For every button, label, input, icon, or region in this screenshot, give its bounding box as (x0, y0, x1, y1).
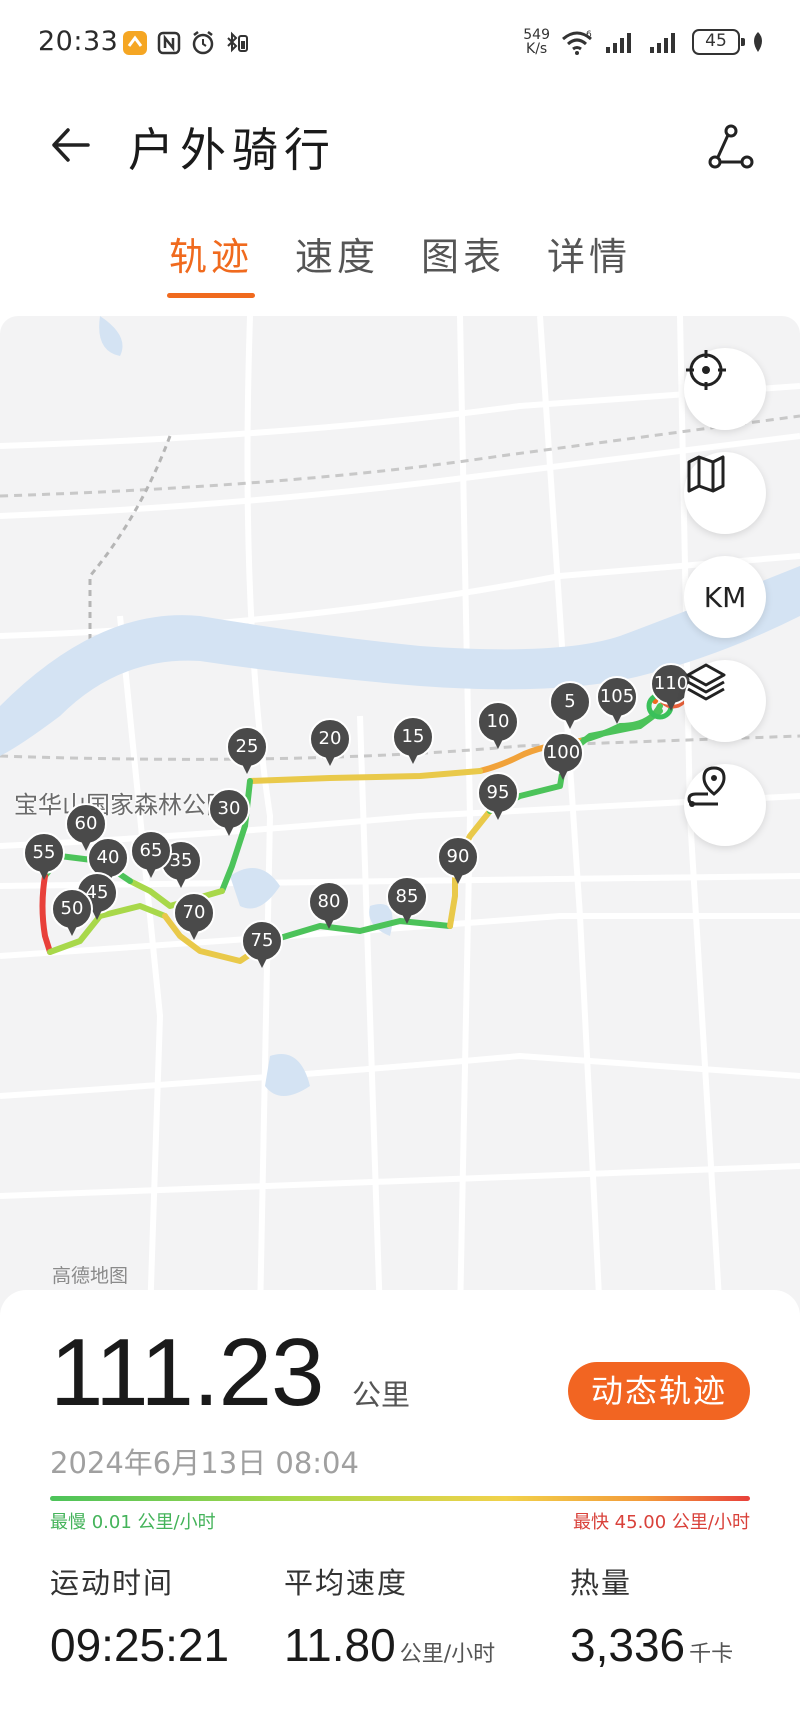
stat-duration: 运动时间 09:25:21 (50, 1560, 229, 1672)
tab-track[interactable]: 轨迹 (166, 226, 255, 298)
slowest-speed: 最慢 0.01 公里/小时 (50, 1512, 216, 1533)
wifi-standard-label: 6 (586, 30, 592, 40)
km-marker[interactable]: 5 (549, 681, 591, 731)
km-marker[interactable]: 10 (477, 701, 519, 751)
fastest-speed: 最快 45.00 公里/小时 (572, 1512, 750, 1533)
locate-icon (686, 350, 726, 390)
back-arrow-icon[interactable] (46, 120, 96, 170)
km-marker[interactable]: 65 (130, 830, 172, 880)
duration-value: 09:25:21 (50, 1619, 230, 1671)
status-time: 20:33 (38, 26, 119, 57)
bluetooth-battery-icon (227, 31, 248, 53)
tab-bar: 轨迹 速度 图表 详情 (0, 226, 800, 298)
map-lake-1 (230, 868, 280, 909)
km-marker[interactable]: 60 (65, 803, 107, 853)
stat-value: 3,336 千卡 (570, 1618, 733, 1672)
km-marker[interactable]: 85 (386, 876, 428, 926)
wifi-icon: 6 (562, 30, 592, 55)
status-notification-icons (122, 30, 250, 56)
km-marker[interactable]: 30 (208, 788, 250, 838)
route-pin-icon (687, 766, 726, 807)
km-marker[interactable]: 70 (173, 892, 215, 942)
speed-gradient-bar (50, 1496, 750, 1501)
route-points-button[interactable] (684, 764, 766, 846)
km-marker[interactable]: 90 (437, 836, 479, 886)
km-marker[interactable]: 15 (392, 716, 434, 766)
alarm-icon (192, 31, 214, 55)
map-lake-2 (265, 1054, 310, 1096)
app-notification-icon (123, 31, 147, 55)
calories-unit: 千卡 (689, 1642, 734, 1667)
stat-calories: 热量 3,336 千卡 (570, 1560, 733, 1672)
km-toggle-button[interactable]: KM (684, 556, 766, 638)
km-marker[interactable]: 80 (308, 881, 350, 931)
leaf-icon (754, 32, 762, 52)
km-marker[interactable]: 50 (51, 888, 93, 938)
activity-date: 2024年6月13日 08:04 (50, 1446, 359, 1480)
tab-details[interactable]: 详情 (545, 226, 633, 298)
tab-chart[interactable]: 图表 (419, 226, 507, 298)
title-bar: 户外骑行 (0, 100, 800, 190)
km-marker[interactable]: 95 (477, 772, 519, 822)
km-marker[interactable]: 105 (596, 676, 638, 726)
network-speed-unit: K/s (526, 41, 548, 57)
route-map[interactable]: 宝华山国家森林公园 5 10 15 20 25 30 35 40 45 50 5… (0, 316, 800, 1316)
stat-average-speed: 平均速度 11.80 公里/小时 (284, 1560, 495, 1672)
summary-panel: 111.23 公里 动态轨迹 2024年6月13日 08:04 最慢 0.01 … (0, 1290, 800, 1727)
km-marker[interactable]: 55 (23, 832, 65, 882)
stat-label: 平均速度 (284, 1566, 409, 1600)
map-icon (687, 455, 725, 493)
layers-icon (686, 663, 726, 701)
signal-icon-2 (650, 33, 675, 53)
calories-value: 3,336 (570, 1619, 686, 1671)
map-provider-watermark: 高德地图 (52, 1265, 129, 1287)
stat-label: 热量 (570, 1566, 633, 1600)
km-marker[interactable]: 75 (241, 920, 283, 970)
stat-value: 09:25:21 (50, 1618, 229, 1672)
km-marker[interactable]: 100 (542, 732, 584, 782)
stat-value: 11.80 公里/小时 (284, 1618, 495, 1672)
nfc-icon (157, 31, 181, 55)
status-bar: 20:33 549 K/s 6 45 (0, 0, 800, 92)
km-marker[interactable]: 25 (226, 726, 268, 776)
layers-button[interactable] (684, 660, 766, 742)
signal-icon-1 (606, 33, 631, 53)
km-marker[interactable]: 20 (309, 718, 351, 768)
map-place-label: 宝华山国家森林公园 (14, 791, 230, 819)
tab-speed[interactable]: 速度 (293, 226, 381, 298)
map-type-button[interactable] (684, 452, 766, 534)
average-speed-unit: 公里/小时 (399, 1642, 496, 1667)
distance-unit: 公里 (352, 1378, 411, 1412)
status-system-icons: 549 K/s 6 45 (523, 28, 766, 56)
dynamic-track-button[interactable]: 动态轨迹 (568, 1362, 750, 1420)
locate-button[interactable] (684, 348, 766, 430)
network-speed: 549 K/s (523, 28, 550, 56)
distance-value: 111.23 (50, 1319, 324, 1426)
route-share-icon[interactable] (706, 122, 756, 172)
stat-label: 运动时间 (50, 1566, 175, 1600)
battery-indicator: 45 (692, 29, 745, 55)
average-speed-value: 11.80 (284, 1619, 396, 1671)
page-title: 户外骑行 (128, 123, 336, 177)
network-speed-value: 549 (523, 27, 550, 43)
map-lake-3 (99, 316, 123, 356)
